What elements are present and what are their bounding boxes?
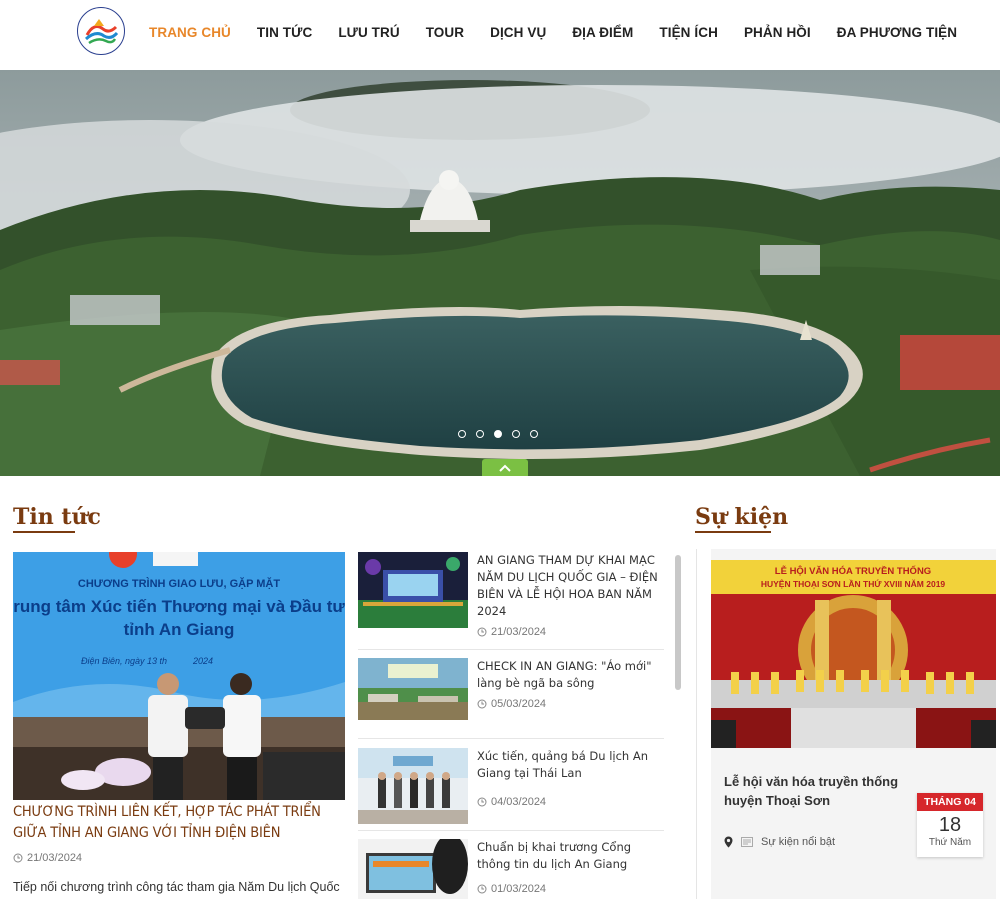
news-item-title[interactable]: CHECK IN AN GIANG: "Áo mới" làng bè ngã … (477, 658, 667, 692)
slider-dot[interactable] (512, 430, 520, 438)
featured-news-image[interactable]: CHƯƠNG TRÌNH GIAO LƯU, GẶP MẶT rung tâm … (13, 552, 345, 800)
news-item-date: 01/03/2024 (477, 883, 667, 895)
news-list-item[interactable]: Chuẩn bị khai trương Cổng thông tin du l… (358, 839, 664, 899)
event-month: THÁNG 04 (917, 793, 983, 811)
news-item-title[interactable]: Xúc tiến, quảng bá Du lịch An Giang tại … (477, 748, 667, 782)
featured-news-excerpt: Tiếp nối chương trình công tác tham gia … (13, 880, 340, 894)
news-list-item[interactable]: CHECK IN AN GIANG: "Áo mới" làng bè ngã … (358, 658, 664, 728)
nav-item[interactable]: ĐA PHƯƠNG TIỆN (824, 25, 970, 40)
event-day: 18 (938, 814, 962, 836)
hero-image (0, 70, 1000, 476)
event-weekday: Thứ Năm (928, 837, 972, 848)
news-divider (358, 738, 664, 739)
event-meta: Sự kiện nổi bật (724, 836, 835, 848)
news-divider (358, 830, 664, 831)
news-item-date-text: 21/03/2024 (491, 626, 547, 638)
news-divider (358, 649, 664, 650)
nav-item[interactable]: LƯU TRÚ (325, 25, 412, 40)
nav-item[interactable]: DỊCH VỤ (477, 25, 559, 40)
news-item-date: 05/03/2024 (477, 698, 667, 710)
news-thumbnail[interactable] (358, 658, 468, 720)
chevron-up-icon (499, 464, 511, 472)
news-item-title[interactable]: Chuẩn bị khai trương Cổng thông tin du l… (477, 839, 667, 873)
news-thumbnail[interactable] (358, 552, 468, 628)
featured-image-caption: Điện Biên, ngày 13 th (81, 656, 167, 666)
site-logo[interactable] (77, 7, 125, 55)
featured-image-heading-3: tỉnh An Giang (124, 620, 235, 639)
nav-item[interactable]: TIN TỨC (244, 25, 325, 40)
clock-icon (477, 884, 487, 894)
featured-news-date: 21/03/2024 (13, 852, 82, 864)
news-item-date-text: 05/03/2024 (491, 698, 547, 710)
featured-news-date-text: 21/03/2024 (27, 852, 83, 864)
news-item-date-text: 01/03/2024 (491, 883, 547, 895)
events-title-underline (695, 531, 771, 533)
news-item-title[interactable]: AN GIANG THAM DỰ KHAI MẠC NĂM DU LỊCH QU… (477, 552, 667, 620)
event-banner-line-1: LỄ HỘI VĂN HÓA TRUYỀN THỐNG (775, 565, 931, 577)
clock-icon (477, 797, 487, 807)
nav-item[interactable]: PHẢN HỒI (731, 25, 824, 40)
slider-dot[interactable] (476, 430, 484, 438)
nav-item[interactable]: TOUR (413, 25, 477, 40)
event-banner-line-2: HUYỆN THOẠI SƠN LẦN THỨ XVIII NĂM 2019 (761, 578, 946, 589)
news-thumbnail[interactable] (358, 839, 468, 899)
nav-item[interactable]: TIỆN ÍCH (646, 25, 731, 40)
clock-icon (477, 627, 487, 637)
news-title-underline (13, 531, 75, 533)
scroll-up-button[interactable] (482, 459, 528, 476)
featured-image-caption-2: 2024 (192, 656, 213, 666)
nav-item[interactable]: TRANG CHỦ (136, 25, 244, 40)
column-divider (696, 549, 697, 899)
slider-dot[interactable] (494, 430, 502, 438)
news-list-scrollbar[interactable] (675, 555, 681, 690)
event-date-calendar: THÁNG 04 18 Thứ Năm (917, 793, 983, 857)
news-thumbnail[interactable] (358, 748, 468, 824)
news-list-item[interactable]: Xúc tiến, quảng bá Du lịch An Giang tại … (358, 748, 664, 824)
featured-image-heading-2: rung tâm Xúc tiến Thương mại và Đầu tư (13, 597, 345, 616)
news-item-date: 21/03/2024 (477, 626, 667, 638)
site-header: TRANG CHỦ TIN TỨC LƯU TRÚ TOUR DỊCH VỤ ĐỊA ĐI… (0, 0, 1000, 70)
clock-icon (477, 699, 487, 709)
news-section-title: Tin tức (13, 504, 101, 530)
slider-dot[interactable] (530, 430, 538, 438)
news-list-item[interactable]: AN GIANG THAM DỰ KHAI MẠC NĂM DU LỊCH QU… (358, 552, 664, 642)
slider-dots (458, 430, 538, 438)
event-title[interactable]: Lễ hội văn hóa truyền thống huyện Thoại … (724, 772, 914, 810)
news-item-date: 04/03/2024 (477, 796, 667, 808)
events-section-title: Sự kiện (695, 504, 789, 530)
clock-icon (13, 853, 23, 863)
event-category: Sự kiện nổi bật (761, 836, 836, 848)
news-item-date-text: 04/03/2024 (491, 796, 547, 808)
nav-item[interactable]: ĐỊA ĐIỂM (559, 25, 646, 40)
slider-dot[interactable] (458, 430, 466, 438)
hero-slider[interactable] (0, 70, 1000, 476)
featured-image-heading-1: CHƯƠNG TRÌNH GIAO LƯU, GẶP MẶT (78, 577, 280, 590)
event-image[interactable]: LỄ HỘI VĂN HÓA TRUYỀN THỐNG HUYỆN THOẠI … (711, 560, 996, 748)
category-icon (741, 837, 753, 847)
main-nav: TRANG CHỦ TIN TỨC LƯU TRÚ TOUR DỊCH VỤ ĐỊA ĐI… (136, 0, 970, 64)
location-pin-icon (724, 836, 733, 848)
featured-news-title[interactable]: CHƯƠNG TRÌNH LIÊN KẾT, HỢP TÁC PHÁT TRIỂ… (13, 802, 353, 844)
